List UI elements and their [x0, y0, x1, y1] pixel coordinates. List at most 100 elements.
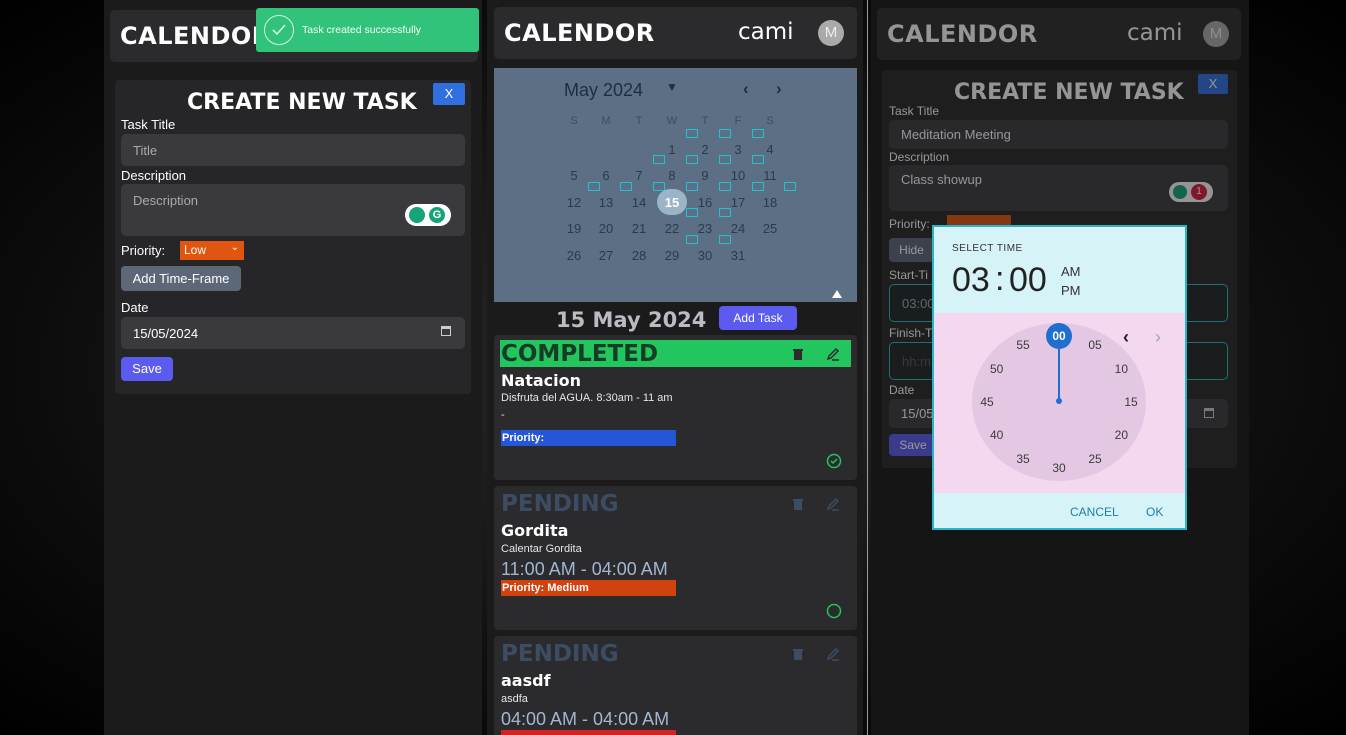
- task-marker-icon: [686, 129, 698, 138]
- priority-label: Priority:: [121, 243, 166, 258]
- clock-face[interactable]: 00 05 10 15 20 25 30 35 40 45 50 55: [972, 323, 1146, 481]
- brand-logo[interactable]: CALENDOR: [120, 22, 271, 50]
- minute-option[interactable]: 50: [985, 362, 1009, 376]
- hour-display[interactable]: 03: [952, 261, 990, 300]
- edit-icon[interactable]: [826, 647, 842, 663]
- calendar-day[interactable]: 14: [626, 195, 652, 210]
- edit-icon[interactable]: [826, 347, 842, 363]
- minute-option[interactable]: 55: [1011, 338, 1035, 352]
- minute-option[interactable]: 25: [1083, 452, 1107, 466]
- weekday-label: T: [701, 115, 709, 127]
- grammarly-icon[interactable]: 1: [1169, 182, 1213, 202]
- calendar-day[interactable]: 6: [593, 168, 619, 183]
- priority-select[interactable]: Low ⌄: [180, 241, 244, 260]
- minute-option[interactable]: 05: [1083, 338, 1107, 352]
- task-title-input[interactable]: Meditation Meeting: [889, 120, 1228, 149]
- month-label[interactable]: May 2024: [564, 80, 643, 101]
- priority-badge: Priority:: [501, 430, 676, 446]
- task-title-label: Task Title: [121, 117, 176, 132]
- minute-option[interactable]: 40: [985, 428, 1009, 442]
- weekday-label: F: [734, 115, 742, 127]
- add-timeframe-button[interactable]: Add Time-Frame: [121, 266, 241, 291]
- task-card: COMPLETED Natacion Disfruta del AGUA. 8:…: [494, 335, 857, 480]
- brand-logo[interactable]: CALENDOR: [504, 19, 655, 47]
- description-textarea[interactable]: Description G: [121, 184, 465, 236]
- calendar-day[interactable]: 24: [725, 221, 751, 236]
- calendar-day[interactable]: 12: [561, 195, 587, 210]
- task-marker-icon: [653, 155, 665, 164]
- task-title-input[interactable]: Title: [121, 134, 465, 166]
- edit-icon[interactable]: [826, 497, 842, 513]
- calendar-day[interactable]: 7: [626, 168, 652, 183]
- selected-date-title: 15 May 2024: [556, 308, 707, 332]
- minute-option[interactable]: 45: [975, 395, 999, 409]
- calendar-day[interactable]: 18: [757, 195, 783, 210]
- minute-option[interactable]: 10: [1109, 362, 1133, 376]
- form-title: CREATE NEW TASK: [187, 90, 417, 115]
- am-toggle[interactable]: AM: [1061, 264, 1081, 279]
- avatar[interactable]: M: [1203, 21, 1229, 47]
- minute-option[interactable]: 35: [1011, 452, 1035, 466]
- date-input[interactable]: 15/05/2024: [121, 317, 465, 349]
- calendar-day[interactable]: 10: [725, 168, 751, 183]
- calendar-day[interactable]: 21: [626, 221, 652, 236]
- calendar-day[interactable]: 31: [725, 248, 751, 263]
- trash-icon[interactable]: [791, 497, 807, 513]
- task-time: 11:00 AM - 04:00 AM: [501, 559, 668, 579]
- calendar-day[interactable]: 19: [561, 221, 587, 236]
- calendar-day[interactable]: 13: [593, 195, 619, 210]
- minute-option[interactable]: 20: [1109, 428, 1133, 442]
- minute-display[interactable]: 00: [1009, 261, 1047, 300]
- avatar[interactable]: M: [818, 20, 844, 46]
- hide-button[interactable]: Hide: [889, 238, 934, 262]
- task-marker-icon: [686, 155, 698, 164]
- minute-option[interactable]: 30: [1047, 461, 1071, 475]
- task-marker-icon: [719, 235, 731, 244]
- calendar-day[interactable]: 29: [659, 248, 685, 263]
- circle-icon[interactable]: [826, 603, 842, 619]
- close-form-button[interactable]: X: [1198, 74, 1228, 94]
- calendar-day[interactable]: 5: [561, 168, 587, 183]
- prev-month-button[interactable]: ‹: [743, 79, 749, 99]
- selected-minute[interactable]: 00: [1046, 323, 1072, 349]
- chevron-right-icon[interactable]: ›: [1155, 327, 1161, 348]
- date-value: 15/05: [901, 406, 934, 421]
- calendar-day[interactable]: 30: [692, 248, 718, 263]
- caret-down-icon[interactable]: ▼: [666, 80, 678, 94]
- calendar-day[interactable]: 28: [626, 248, 652, 263]
- trash-icon[interactable]: [791, 347, 807, 363]
- trash-icon[interactable]: [791, 647, 807, 663]
- user-name: cami: [1127, 20, 1183, 46]
- calendar-day[interactable]: 27: [593, 248, 619, 263]
- minute-option[interactable]: 15: [1119, 395, 1143, 409]
- weekday-label: W: [666, 115, 678, 127]
- grammarly-icon[interactable]: G: [405, 204, 451, 226]
- calendar-day[interactable]: 25: [757, 221, 783, 236]
- calendar-day[interactable]: 20: [593, 221, 619, 236]
- next-month-button[interactable]: ›: [776, 79, 782, 99]
- collapse-arrow-icon[interactable]: [832, 290, 842, 298]
- calendar-day[interactable]: 8: [659, 168, 685, 183]
- cancel-button[interactable]: CANCEL: [1070, 505, 1119, 519]
- close-form-button[interactable]: X: [433, 83, 465, 105]
- save-button[interactable]: Save: [889, 434, 937, 456]
- calendar-icon[interactable]: [1204, 408, 1214, 418]
- description-textarea[interactable]: Class showup 1: [889, 165, 1228, 211]
- calendar-day[interactable]: 15: [659, 195, 685, 210]
- calendar-day[interactable]: 23: [692, 221, 718, 236]
- pm-toggle[interactable]: PM: [1061, 283, 1081, 298]
- brand-logo[interactable]: CALENDOR: [887, 20, 1038, 48]
- weekday-label: T: [635, 115, 643, 127]
- check-circle-icon[interactable]: [826, 453, 842, 469]
- description-label: Description: [889, 150, 950, 164]
- calendar-day[interactable]: 9: [692, 168, 718, 183]
- chevron-left-icon[interactable]: ‹: [1123, 327, 1129, 348]
- add-task-button[interactable]: Add Task: [719, 306, 797, 330]
- save-button[interactable]: Save: [121, 357, 173, 381]
- calendar-day[interactable]: 22: [659, 221, 685, 236]
- task-description: asdfa: [501, 693, 528, 705]
- calendar-day[interactable]: 26: [561, 248, 587, 263]
- calendar-icon[interactable]: [441, 326, 451, 336]
- ok-button[interactable]: OK: [1146, 505, 1163, 519]
- calendar-day[interactable]: 11: [757, 168, 783, 183]
